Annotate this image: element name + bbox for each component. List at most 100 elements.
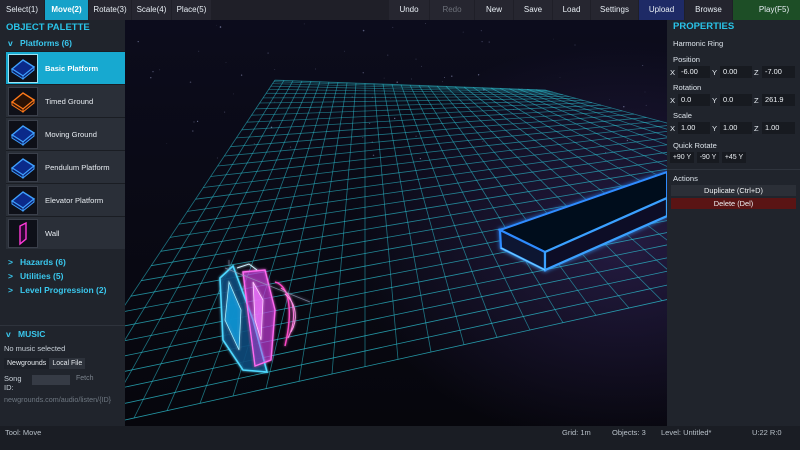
blue-cube-icon	[8, 153, 38, 182]
redo-button[interactable]: Redo	[430, 0, 474, 20]
axis-x-label: X	[670, 96, 676, 105]
rotate-tool-button[interactable]: Rotate(3)	[89, 0, 131, 20]
chevron-right-icon: >	[8, 271, 13, 281]
undo-button[interactable]: Undo	[389, 0, 429, 20]
blue-cube-icon	[8, 54, 38, 83]
rotate-minus-90-y-button[interactable]: -90 Y	[697, 152, 719, 163]
orange-cube-icon	[8, 87, 38, 116]
properties-title: PROPERTIES	[673, 21, 735, 32]
chevron-right-icon: >	[8, 285, 13, 295]
category-hazards[interactable]: > Hazards (6)	[0, 255, 125, 269]
palette-item-timed-ground[interactable]: Timed Ground	[6, 84, 125, 117]
scale-label: Scale	[673, 111, 692, 120]
status-coords: U:22 R:0	[752, 428, 782, 437]
scale-z-field[interactable]: 1.00	[762, 122, 795, 134]
select-tool-button[interactable]: Select(1)	[0, 0, 44, 20]
delete-button[interactable]: Delete (Del)	[671, 198, 796, 209]
object-palette-panel: OBJECT PALETTE v Platforms (6) Basic Plat…	[0, 20, 125, 426]
palette-item-wall[interactable]: Wall	[6, 216, 125, 249]
category-label: Platforms (6)	[20, 38, 72, 48]
axis-x-label: X	[670, 68, 676, 77]
palette-item-basic-platform[interactable]: Basic Platform	[6, 51, 125, 84]
blue-cube-icon	[8, 120, 38, 149]
song-id-row: Song ID: Fetch	[0, 373, 125, 395]
newgrounds-button[interactable]: Newgrounds	[4, 358, 50, 369]
blue-cube-icon	[8, 186, 38, 215]
scale-row: X 1.00 Y 1.00 Z 1.00	[667, 122, 800, 135]
tool-tabs: Select(1) Move(2) Rotate(3) Scale(4) Pla…	[0, 0, 211, 20]
quick-rotate-label: Quick Rotate	[673, 141, 717, 150]
category-label: Hazards (6)	[20, 257, 66, 267]
item-label: Moving Ground	[45, 130, 97, 139]
music-status: No music selected	[4, 344, 66, 353]
upload-button[interactable]: Upload	[639, 0, 684, 20]
place-tool-button[interactable]: Place(5)	[172, 0, 211, 20]
category-platforms[interactable]: v Platforms (6)	[0, 35, 125, 51]
scene-canvas	[125, 20, 667, 426]
object-name: Harmonic Ring	[673, 39, 724, 48]
scale-y-field[interactable]: 1.00	[720, 122, 752, 134]
music-url-hint: newgrounds.com/audio/listen/{ID}	[4, 395, 112, 404]
top-toolbar: Select(1) Move(2) Rotate(3) Scale(4) Pla…	[0, 0, 800, 20]
play-button[interactable]: Play(F5)	[733, 0, 800, 20]
collapsed-categories: > Hazards (6) > Utilities (5) > Level Progr…	[0, 255, 125, 297]
local-file-button[interactable]: Local File	[49, 358, 86, 369]
position-label: Position	[673, 55, 701, 64]
rotation-z-field[interactable]: 261.9	[762, 94, 795, 106]
position-z-field[interactable]: -7.00	[762, 66, 795, 78]
scene-viewport[interactable]	[125, 20, 667, 426]
file-buttons: Undo Redo New Save Load Settings Upload …	[389, 0, 800, 20]
settings-button[interactable]: Settings	[591, 0, 638, 20]
chevron-right-icon: >	[8, 257, 13, 267]
category-level-progression[interactable]: > Level Progression (2)	[0, 283, 125, 297]
properties-panel: PROPERTIES Harmonic Ring Position X -6.0…	[667, 20, 800, 426]
music-title: MUSIC	[18, 329, 46, 339]
status-bar: Tool: Move Grid: 1m Objects: 3 Level: Un…	[0, 426, 800, 450]
save-button[interactable]: Save	[514, 0, 552, 20]
rotate-plus-90-y-button[interactable]: +90 Y	[670, 152, 694, 163]
position-y-field[interactable]: 0.00	[720, 66, 752, 78]
fetch-button[interactable]: Fetch	[76, 375, 94, 382]
duplicate-button[interactable]: Duplicate (Ctrl+D)	[671, 185, 796, 196]
category-label: Utilities (5)	[20, 271, 64, 281]
position-x-field[interactable]: -6.00	[678, 66, 710, 78]
category-utilities[interactable]: > Utilities (5)	[0, 269, 125, 283]
item-label: Pendulum Platform	[45, 163, 110, 172]
axis-z-label: Z	[754, 68, 759, 77]
music-source-buttons: Newgrounds Local File	[0, 358, 125, 372]
position-row: X -6.00 Y 0.00 Z -7.00	[667, 66, 800, 79]
move-tool-button[interactable]: Move(2)	[45, 0, 88, 20]
status-objects: Objects: 3	[612, 428, 646, 437]
song-id-label: Song ID:	[4, 374, 22, 392]
palette-item-pendulum-platform[interactable]: Pendulum Platform	[6, 150, 125, 183]
item-label: Elevator Platform	[45, 196, 104, 205]
song-id-input[interactable]	[32, 375, 70, 385]
rotate-plus-45-y-button[interactable]: +45 Y	[722, 152, 746, 163]
axis-y-label: Y	[712, 68, 718, 77]
palette-item-elevator-platform[interactable]: Elevator Platform	[6, 183, 125, 216]
music-header[interactable]: v MUSIC	[0, 326, 125, 342]
chevron-down-icon: v	[6, 329, 11, 339]
music-section: v MUSIC No music selected Newgrounds Local…	[0, 325, 125, 426]
palette-item-moving-ground[interactable]: Moving Ground	[6, 117, 125, 150]
rotation-label: Rotation	[673, 83, 702, 92]
item-label: Wall	[45, 229, 60, 238]
axis-y-label: Y	[712, 96, 718, 105]
item-label: Timed Ground	[45, 97, 94, 106]
rotation-y-field[interactable]: 0.0	[720, 94, 752, 106]
status-tool: Tool: Move	[5, 428, 42, 437]
rotation-x-field[interactable]: 0.0	[678, 94, 710, 106]
scale-tool-button[interactable]: Scale(4)	[132, 0, 171, 20]
status-grid: Grid: 1m	[562, 428, 591, 437]
palette-title: OBJECT PALETTE	[6, 22, 90, 33]
axis-z-label: Z	[754, 96, 759, 105]
new-button[interactable]: New	[475, 0, 513, 20]
scale-x-field[interactable]: 1.00	[678, 122, 710, 134]
magenta-wall-icon	[8, 219, 38, 248]
chevron-down-icon: v	[8, 38, 13, 48]
browse-button[interactable]: Browse	[685, 0, 732, 20]
actions-label: Actions	[673, 174, 698, 183]
axis-x-label: X	[670, 124, 676, 133]
load-button[interactable]: Load	[553, 0, 590, 20]
category-label: Level Progression (2)	[20, 285, 107, 295]
